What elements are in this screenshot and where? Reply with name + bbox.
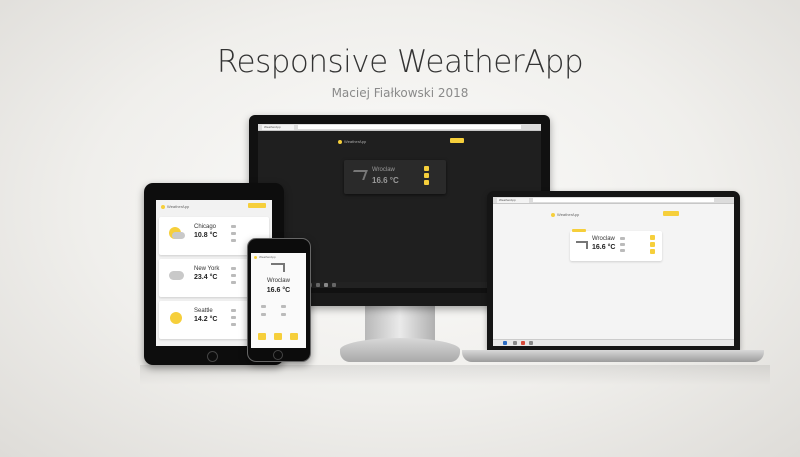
card-action-button[interactable] [424,180,429,185]
add-city-button[interactable] [663,211,679,216]
humidity-icon [231,309,236,312]
card-action-button[interactable] [424,173,429,178]
tablet-home-button [207,351,218,362]
humidity-icon [231,225,236,228]
wind-speed-icon [231,281,236,284]
laptop-base [462,350,764,362]
app-header: WeatherApp [254,255,276,259]
monitor-stand-neck [365,306,435,342]
pressure-icon [231,232,236,235]
monitor-stand-base [340,338,460,362]
cloud-icon [169,271,184,280]
cloud-icon [172,232,185,239]
wind-speed-icon [620,249,625,252]
phone-home-button [273,350,283,360]
taskbar-app-icon[interactable] [324,283,328,287]
taskbar [493,339,734,346]
card-action-button[interactable] [274,333,282,340]
browser-bar: WeatherApp [493,197,734,204]
app-header: WeatherApp [551,212,579,217]
weather-temp: 23.4 °C [194,274,218,281]
floor-reflection [140,365,770,385]
humidity-icon [261,305,266,308]
taskbar-app-icon[interactable] [316,283,320,287]
weather-temp: 16.6 °C [372,176,399,185]
app-logo-icon [551,212,555,217]
app-logo-icon [338,139,342,144]
wind-icon [576,241,588,249]
address-bar[interactable] [533,198,714,202]
app-logo-icon [161,204,165,209]
card-badge [572,229,586,232]
weather-temp: 14.2 °C [194,316,218,323]
address-bar[interactable] [298,125,521,129]
card-action-button[interactable] [650,235,655,240]
taskbar-app-icon[interactable] [529,341,533,345]
weather-temp: 10.8 °C [194,232,218,239]
add-city-button[interactable] [450,138,464,143]
phone-screen: WeatherApp Wroclaw 16.6 °C [251,253,306,348]
browser-tab[interactable]: WeatherApp [497,198,529,203]
weather-city: Seattle [194,308,213,314]
add-city-button[interactable] [248,203,266,208]
taskbar-app-icon[interactable] [332,283,336,287]
weather-city: Wroclaw [592,236,615,242]
card-action-button[interactable] [290,333,298,340]
weather-city: New York [194,266,220,272]
card-action-button[interactable] [258,333,266,340]
card-action-button[interactable] [650,249,655,254]
taskbar-app-icon[interactable] [521,341,525,345]
sun-icon [170,312,182,324]
taskbar-app-icon[interactable] [513,341,517,345]
laptop-screen: WeatherApp WeatherApp Wroclaw 16.6 °C [493,197,734,346]
weather-city: Wroclaw [372,167,395,173]
humidity-icon [231,267,236,270]
weather-city: Wroclaw [267,278,290,284]
app-name: WeatherApp [557,212,580,217]
pressure-icon [231,316,236,319]
wind-icon [271,263,285,272]
app-header: WeatherApp [338,139,366,144]
card-action-button[interactable] [424,166,429,171]
browser-tab[interactable]: WeatherApp [262,125,294,130]
app-name: WeatherApp [167,204,190,209]
app-logo-icon [254,255,257,259]
cloudiness-icon [281,313,286,316]
card-action-button[interactable] [650,242,655,247]
wind-speed-icon [261,313,266,316]
page-subtitle: Maciej Fiałkowski 2018 [331,86,469,100]
weather-city: Chicago [194,224,217,230]
humidity-icon [620,237,625,240]
weather-card: Wroclaw 16.6 °C [344,160,446,194]
weather-temp: 16.6 °C [266,287,291,294]
pressure-icon [231,274,236,277]
start-icon[interactable] [503,341,507,345]
pressure-icon [620,243,625,246]
app-name: WeatherApp [259,255,276,259]
weather-card: Wroclaw 16.6 °C [570,229,662,261]
card-actions [424,166,429,185]
app-header: WeatherApp [161,204,189,209]
wind-speed-icon [231,239,236,242]
pressure-icon [281,305,286,308]
weather-temp: 16.6 °C [592,244,616,251]
wind-icon [350,170,368,180]
wind-speed-icon [231,323,236,326]
browser-bar: WeatherApp [258,124,541,131]
app-name: WeatherApp [344,139,367,144]
page-title: Responsive WeatherApp [216,44,584,80]
card-actions [650,235,655,254]
